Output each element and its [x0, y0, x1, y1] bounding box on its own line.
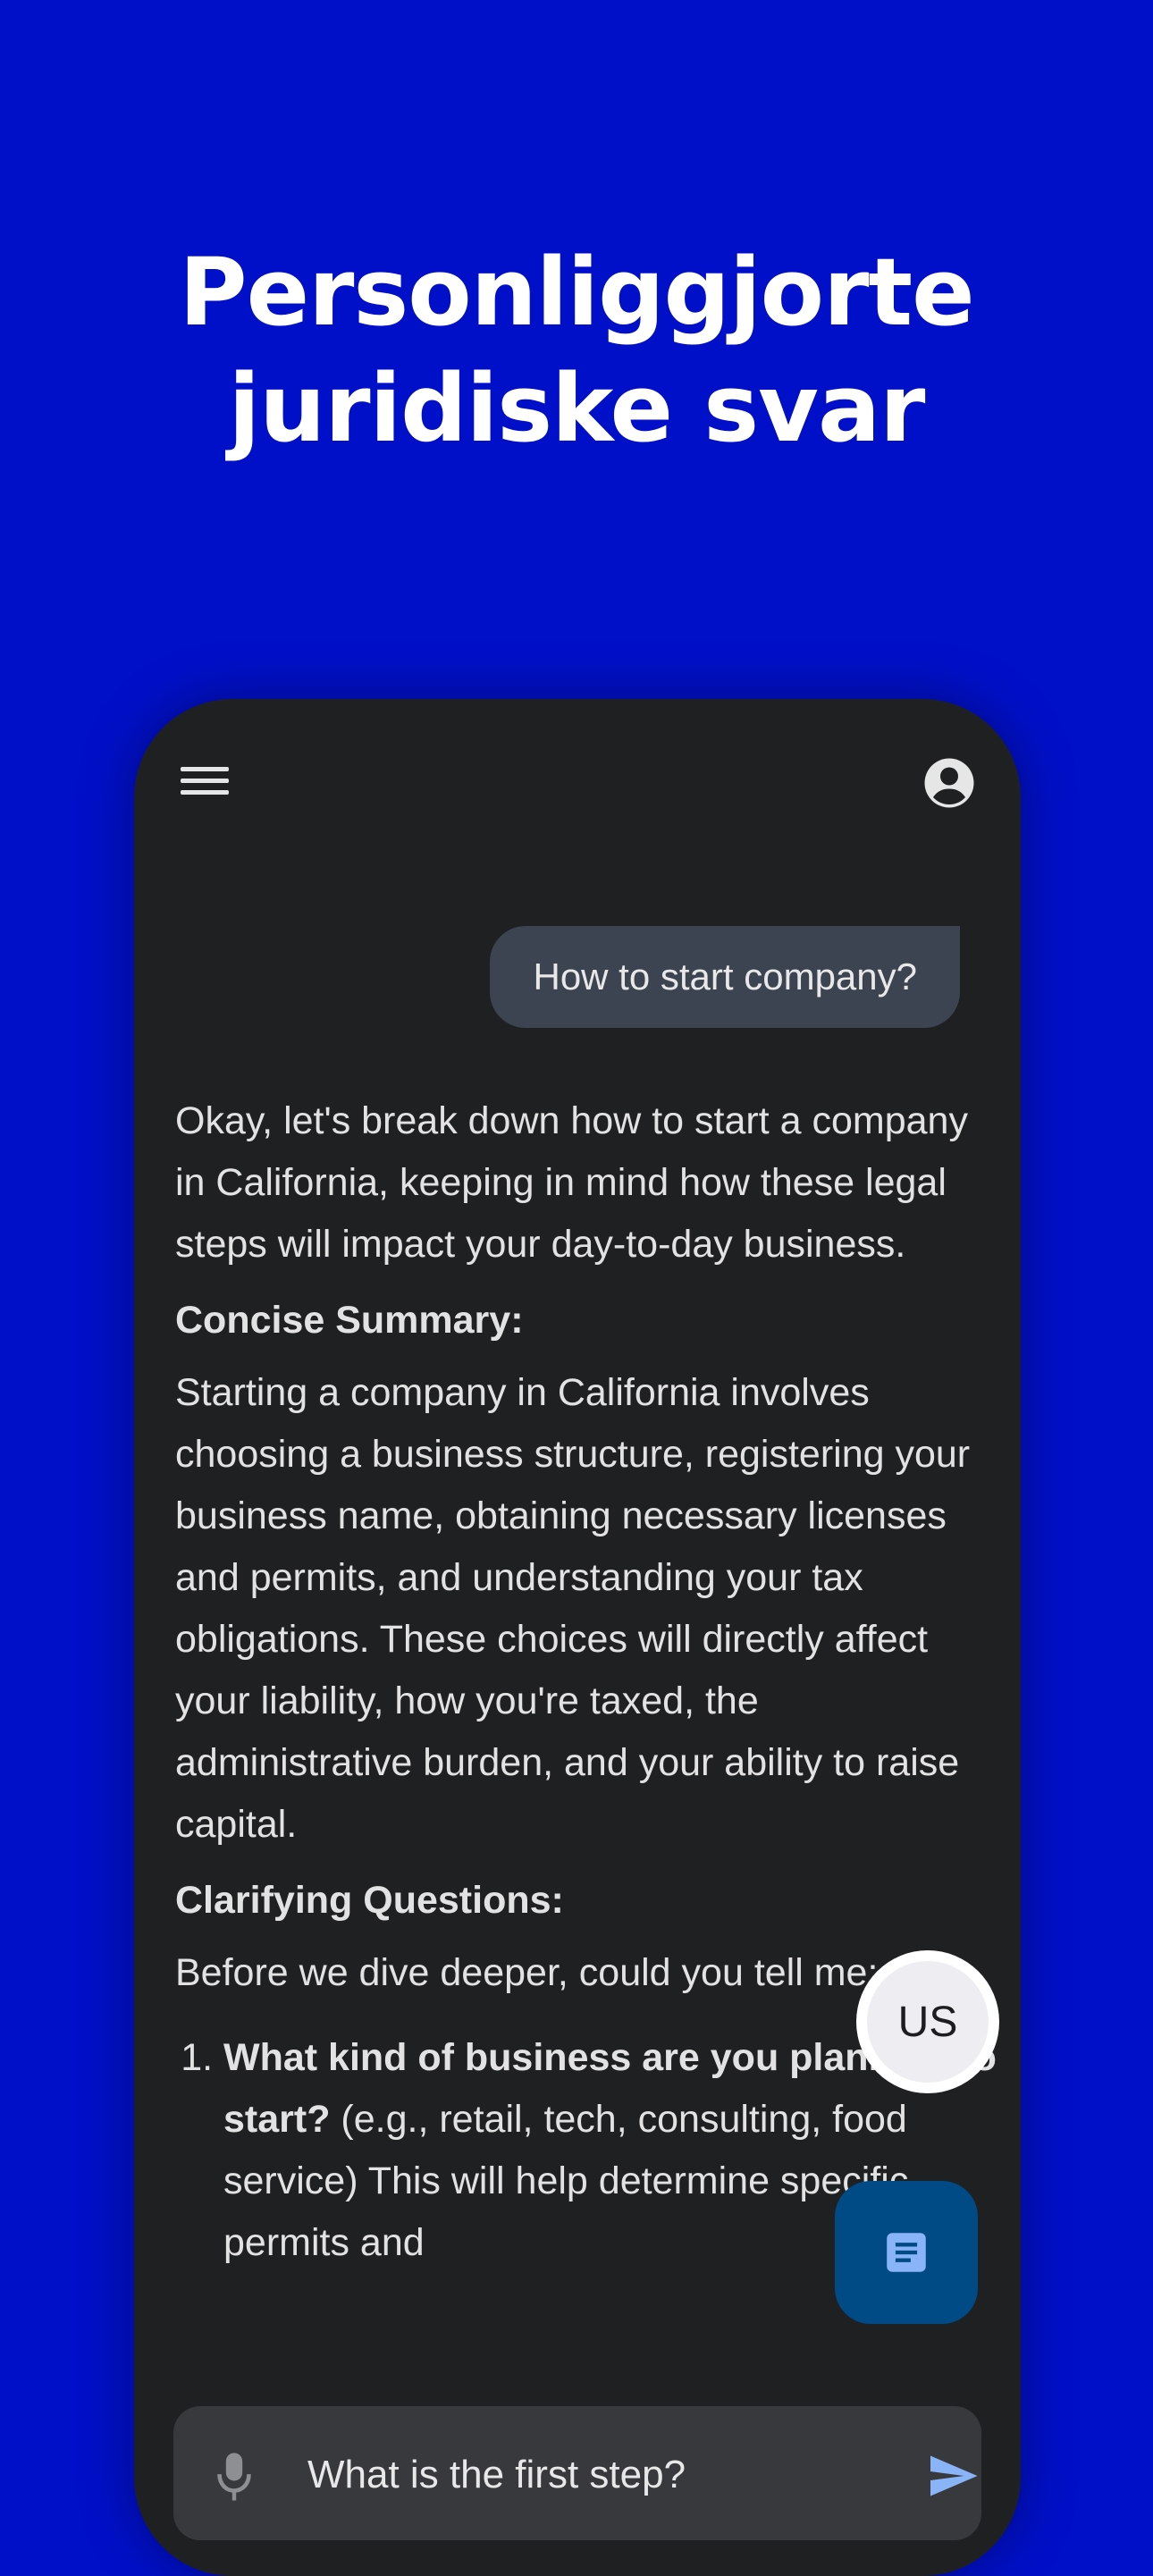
microphone-icon[interactable] — [215, 2449, 254, 2503]
assistant-response: Okay, let's break down how to start a co… — [175, 1090, 997, 2274]
summary-heading: Concise Summary: — [175, 1299, 524, 1342]
phone-screen: How to start company? Okay, let's break … — [134, 699, 1021, 2576]
document-icon — [887, 2233, 926, 2272]
headline: Personliggjorte juridiske svar — [0, 234, 1153, 467]
account-circle-icon[interactable] — [922, 756, 976, 810]
send-icon[interactable] — [924, 2449, 981, 2503]
message-input[interactable] — [307, 2444, 862, 2506]
summary-text: Starting a company in California involve… — [175, 1371, 971, 1846]
user-message-bubble: How to start company? — [490, 926, 960, 1028]
region-label: US — [867, 1961, 989, 2083]
document-button[interactable] — [835, 2181, 978, 2324]
questions-heading: Clarifying Questions: — [175, 1879, 564, 1922]
hamburger-menu-icon[interactable] — [181, 762, 229, 801]
response-intro: Okay, let's break down how to start a co… — [175, 1099, 968, 1266]
message-composer — [173, 2406, 981, 2540]
headline-line-2: juridiske svar — [228, 354, 926, 463]
region-us-button[interactable]: US — [856, 1950, 999, 2093]
headline-line-1: Personliggjorte — [179, 238, 974, 347]
